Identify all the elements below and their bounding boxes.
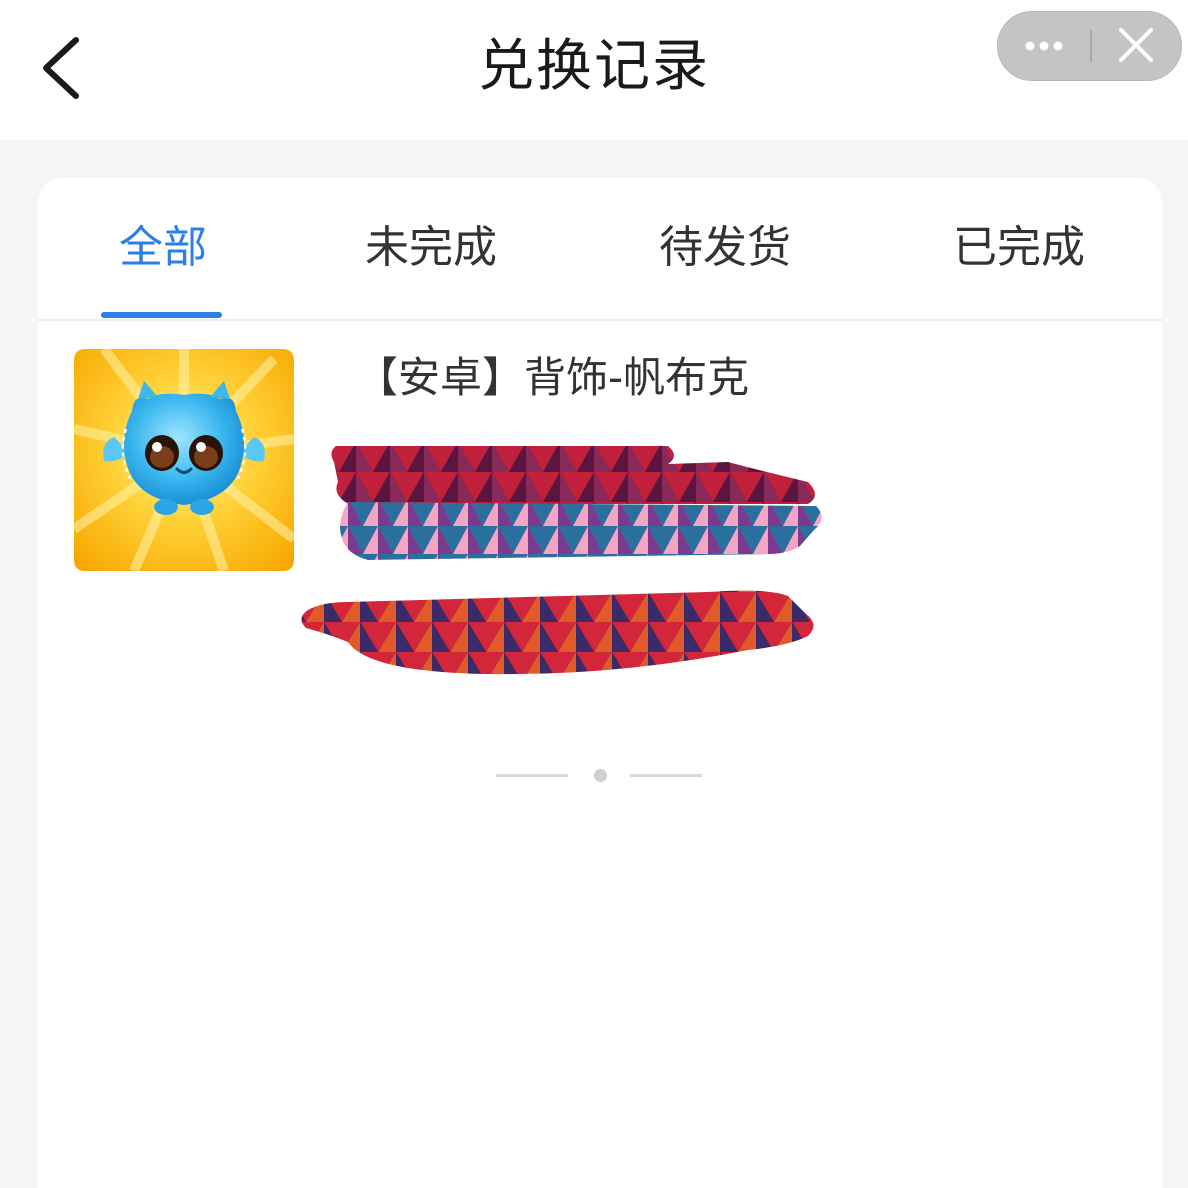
tab-bar: 全部 未完成 待发货 已完成	[38, 178, 1162, 321]
item-title: 【安卓】背饰-帆布克	[356, 353, 750, 402]
mini-program-capsule	[997, 11, 1182, 81]
active-tab-indicator	[101, 312, 222, 318]
close-button[interactable]	[1092, 12, 1182, 80]
tab-incomplete[interactable]: 未完成	[360, 218, 502, 278]
blue-creature-icon	[74, 349, 294, 571]
tab-completed[interactable]: 已完成	[948, 218, 1090, 278]
divider-dot	[594, 769, 607, 782]
more-dots-icon	[1025, 41, 1063, 51]
divider-line-right	[630, 774, 702, 777]
item-thumbnail	[74, 349, 294, 571]
tab-pending-shipment[interactable]: 待发货	[654, 218, 796, 278]
end-of-list-divider	[496, 768, 706, 782]
header: 兑换记录	[0, 0, 1188, 140]
records-card: 全部 未完成 待发货 已完成 【安卓】背饰-帆布克	[38, 178, 1162, 1188]
tab-all[interactable]: 全部	[98, 218, 228, 278]
redacted-text-scribble	[301, 446, 822, 675]
divider-line-left	[496, 774, 568, 777]
more-button[interactable]	[998, 12, 1090, 80]
close-icon	[1119, 28, 1153, 62]
